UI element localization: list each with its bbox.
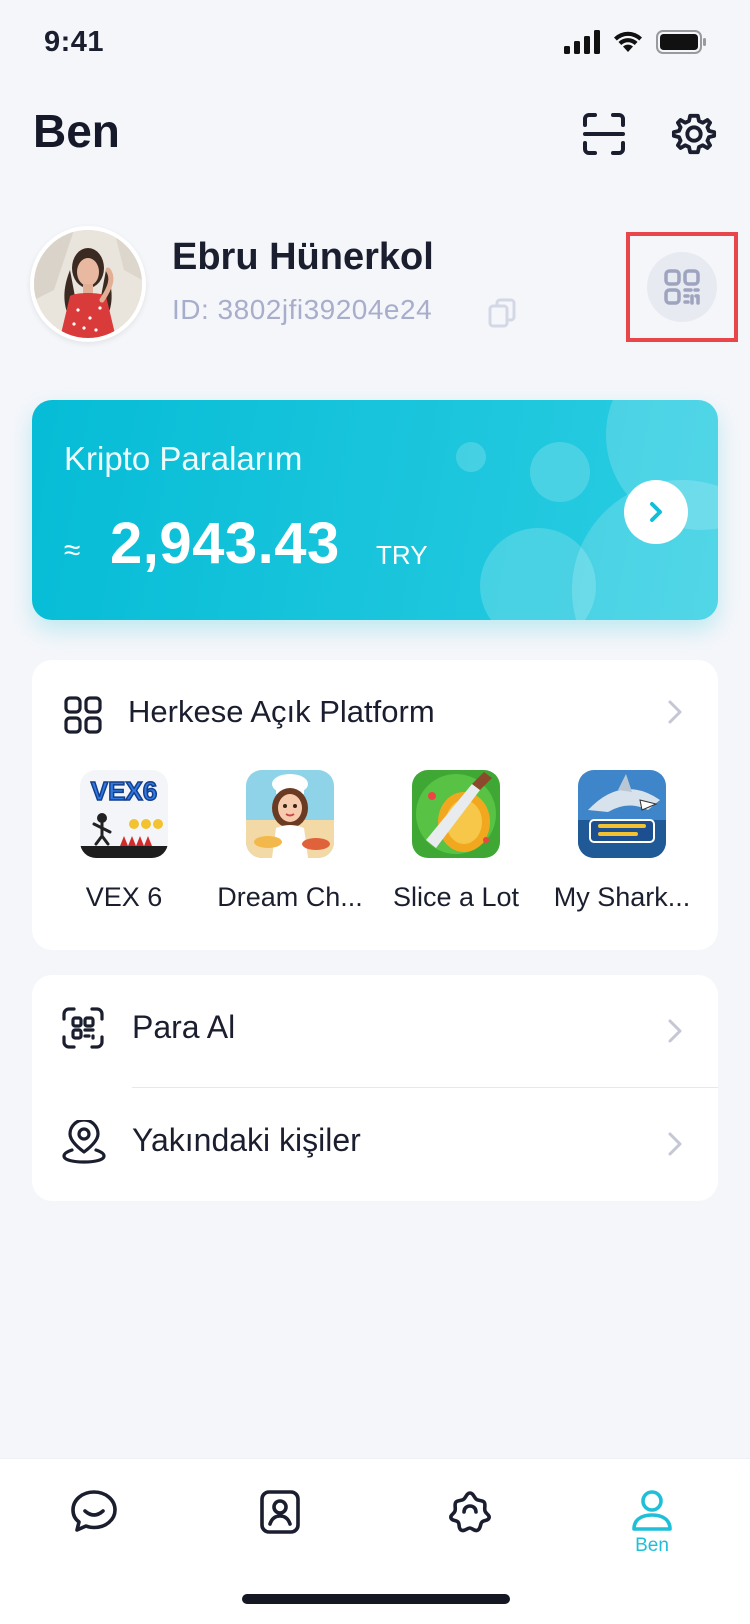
status-icons bbox=[564, 30, 706, 54]
decor-bubble bbox=[530, 442, 590, 502]
chevron-right-icon bbox=[668, 1132, 682, 1156]
app-item-vex6[interactable]: VEX6 VEX 6 bbox=[40, 770, 208, 913]
my-qr-code-button[interactable] bbox=[626, 232, 738, 342]
avatar[interactable] bbox=[30, 226, 146, 342]
my-shark-show-game-icon bbox=[578, 770, 666, 858]
receive-money-qr-icon bbox=[62, 1007, 104, 1049]
app-item-my-shark-show[interactable]: My Shark... bbox=[538, 770, 706, 913]
slice-a-lot-game-icon bbox=[412, 770, 500, 858]
crypto-detail-button[interactable] bbox=[624, 480, 688, 544]
status-time: 9:41 bbox=[44, 26, 105, 58]
crypto-balance-card[interactable]: Kripto Paralarım ≈ 2,943.43 TRY bbox=[32, 400, 718, 620]
app-name: VEX 6 bbox=[85, 882, 163, 912]
menu-card: Para Al Yakındaki kişiler bbox=[32, 975, 718, 1201]
scan-button[interactable] bbox=[576, 106, 632, 162]
page-title: Ben bbox=[33, 105, 120, 157]
avatar-photo bbox=[34, 230, 142, 338]
app-item-slice-a-lot[interactable]: Slice a Lot bbox=[372, 770, 540, 913]
public-platform-header[interactable]: Herkese Açık Platform bbox=[32, 660, 718, 760]
contacts-icon bbox=[260, 1490, 300, 1534]
gear-icon bbox=[671, 113, 717, 155]
menu-item-nearby-people[interactable]: Yakındaki kişiler bbox=[32, 1088, 718, 1198]
tab-label: Ben bbox=[635, 1535, 669, 1556]
tab-discover[interactable] bbox=[410, 1489, 530, 1579]
scan-icon bbox=[583, 113, 625, 155]
crypto-amount: 2,943.43 bbox=[110, 511, 340, 576]
signal-icon bbox=[564, 30, 600, 54]
profile-icon bbox=[632, 1490, 672, 1531]
app-name: Dream Ch... bbox=[217, 882, 363, 912]
user-id: ID: 3802jfi39204e24 bbox=[172, 294, 433, 325]
decor-bubble bbox=[480, 528, 596, 620]
tab-chats[interactable] bbox=[34, 1489, 154, 1579]
chat-icon bbox=[71, 1490, 117, 1532]
settings-button[interactable] bbox=[666, 106, 722, 162]
crypto-currency: TRY bbox=[376, 540, 428, 570]
chevron-right-icon bbox=[668, 700, 682, 724]
approx-sign: ≈ bbox=[64, 534, 81, 567]
copy-id-button[interactable] bbox=[488, 298, 516, 328]
wifi-icon bbox=[614, 31, 642, 52]
chevron-right-icon bbox=[668, 1019, 682, 1043]
platform-title: Herkese Açık Platform bbox=[128, 694, 435, 729]
menu-label: Yakındaki kişiler bbox=[132, 1122, 361, 1158]
vex6-logo-text: VEX6 bbox=[91, 776, 158, 806]
profile-screen: 9:41 Ben Ebru Hünerkol ID: 3802jfi39204e… bbox=[0, 0, 750, 1624]
chevron-right-icon bbox=[650, 502, 662, 522]
app-name: My Shark... bbox=[553, 882, 691, 912]
public-platform-card: Herkese Açık Platform VEX6 VEX 6 Dream C… bbox=[32, 660, 718, 950]
qr-button-circle bbox=[647, 252, 717, 322]
home-indicator bbox=[242, 1594, 510, 1604]
apps-list: VEX6 VEX 6 Dream Ch... Slice a Lot My Sh… bbox=[32, 770, 718, 920]
app-item-dream-chef[interactable]: Dream Ch... bbox=[206, 770, 374, 913]
dream-chef-game-icon bbox=[246, 770, 334, 858]
tab-me[interactable]: Ben bbox=[592, 1489, 712, 1579]
crypto-label: Kripto Paralarım bbox=[64, 440, 303, 477]
menu-label: Para Al bbox=[132, 1009, 236, 1045]
app-name: Slice a Lot bbox=[392, 882, 520, 912]
apps-grid-icon bbox=[64, 696, 102, 734]
decor-bubble bbox=[456, 442, 486, 472]
user-name: Ebru Hünerkol bbox=[172, 236, 434, 278]
tab-contacts[interactable] bbox=[220, 1489, 340, 1579]
discover-icon bbox=[449, 1491, 491, 1533]
status-bar: 9:41 bbox=[0, 0, 750, 90]
vex6-game-icon: VEX6 bbox=[80, 770, 168, 858]
qr-code-icon bbox=[664, 269, 700, 305]
menu-item-receive-money[interactable]: Para Al bbox=[32, 975, 718, 1085]
copy-icon bbox=[488, 298, 516, 328]
battery-icon bbox=[656, 30, 706, 54]
nearby-people-icon bbox=[62, 1120, 106, 1164]
